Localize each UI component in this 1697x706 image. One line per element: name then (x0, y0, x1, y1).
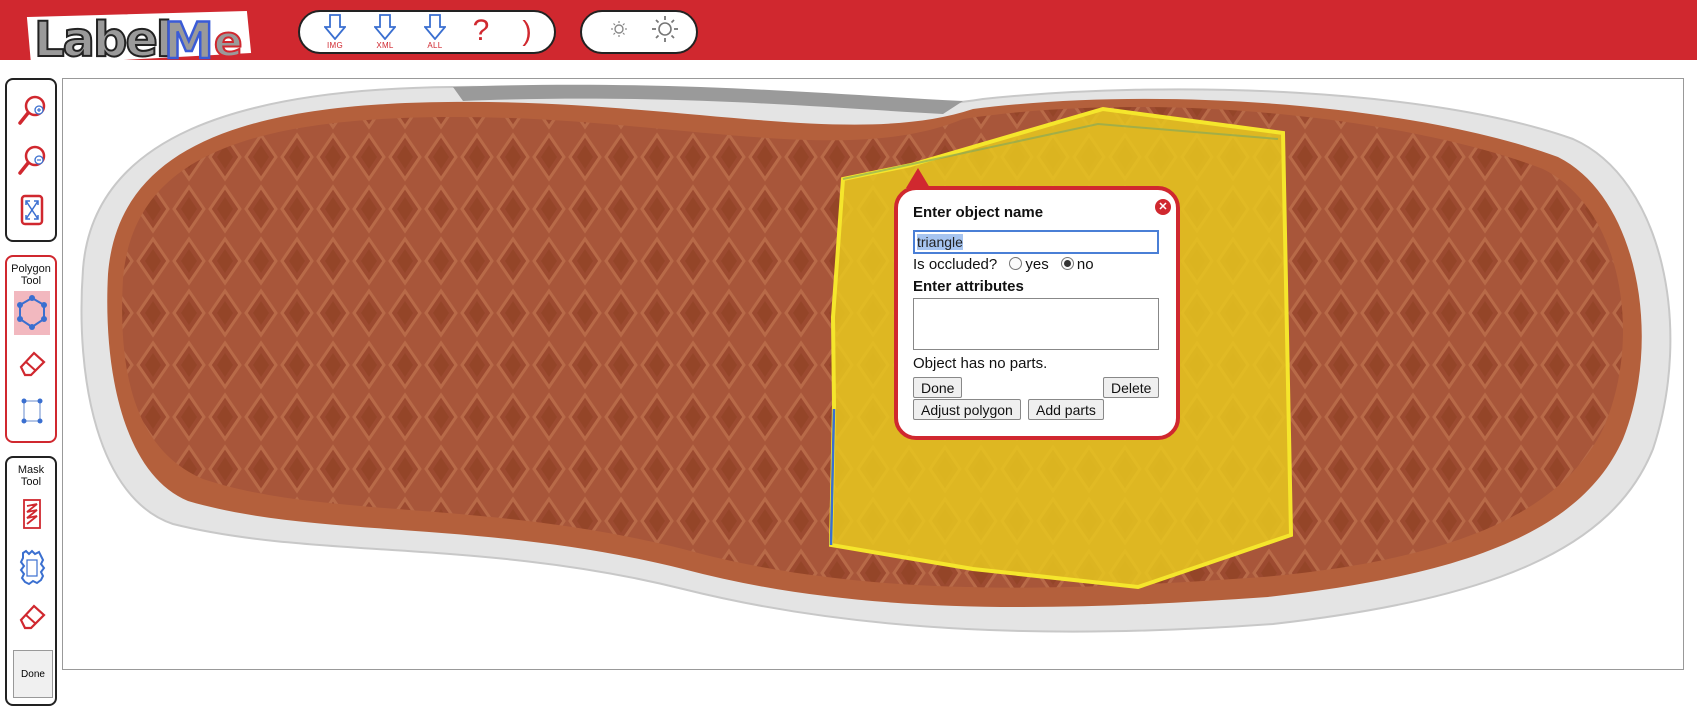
occluded-row: Is occluded? yes no (913, 256, 1094, 273)
polygon-tool-title: Polygon Tool (11, 263, 51, 287)
mask-erase-button[interactable] (14, 598, 50, 634)
download-xml-caption: XML (376, 41, 394, 50)
next-icon: ) (522, 15, 532, 46)
help-button[interactable]: ? (460, 14, 502, 52)
eraser-icon (19, 604, 46, 630)
occluded-no-label: no (1076, 256, 1094, 273)
download-all-caption: ALL (427, 41, 443, 50)
zoom-toolbox (5, 78, 57, 242)
bounding-box-icon (21, 398, 43, 424)
svg-text:Label: Label (34, 12, 170, 68)
popup-pointer (906, 168, 930, 188)
download-xml-button[interactable]: XML (364, 14, 406, 52)
polygon-tool-button[interactable] (14, 291, 50, 335)
top-bar: Label M e IMG XML ALL ? ) (0, 0, 1697, 68)
download-toolbar: IMG XML ALL ? ) (298, 10, 556, 54)
add-parts-button[interactable]: Add parts (1028, 399, 1104, 420)
download-image-button[interactable]: IMG (314, 14, 356, 52)
fit-to-screen-button[interactable] (14, 192, 50, 228)
zoom-in-button[interactable] (14, 92, 50, 128)
next-image-button[interactable]: ) (506, 14, 548, 52)
down-arrow-icon (324, 14, 346, 40)
delete-button[interactable]: Delete (1103, 377, 1160, 398)
sun-large-icon (652, 16, 678, 42)
eraser-icon (19, 351, 46, 377)
adjust-polygon-button[interactable]: Adjust polygon (913, 399, 1021, 420)
mask-tool-title: Mask Tool (17, 464, 45, 488)
polygon-toolbox: Polygon Tool (5, 255, 57, 443)
labelme-logo[interactable]: Label M e (18, 6, 258, 68)
object-name-label: Enter object name (913, 204, 1044, 221)
help-icon: ? (472, 14, 490, 47)
brightness-up-button[interactable] (644, 14, 686, 52)
brightness-down-button[interactable] (598, 16, 640, 54)
shoe-sole-image (80, 84, 1672, 633)
scribble-icon (23, 499, 41, 529)
polygon-icon (17, 295, 47, 330)
download-all-button[interactable]: ALL (414, 14, 456, 52)
bounding-box-button[interactable] (14, 393, 50, 429)
down-arrow-icon (424, 14, 446, 40)
svg-text:e: e (214, 17, 243, 66)
zoom-out-button[interactable] (14, 142, 50, 178)
attributes-textarea[interactable] (913, 298, 1159, 350)
sun-small-icon (611, 21, 627, 37)
close-icon[interactable]: ✕ (1155, 199, 1171, 215)
mask-region-icon (19, 549, 46, 586)
mask-scribble-button[interactable] (14, 496, 50, 532)
brightness-toolbar (580, 10, 698, 54)
mask-toolbox: Mask Tool Done (5, 456, 57, 706)
occluded-yes-label: yes (1025, 256, 1049, 273)
zoom-in-icon (18, 95, 46, 125)
fit-screen-icon (20, 194, 44, 226)
occluded-label: Is occluded? (913, 256, 998, 273)
zoom-out-icon (18, 145, 46, 175)
object-name-input[interactable]: triangle (913, 230, 1159, 254)
down-arrow-icon (374, 14, 396, 40)
annotation-canvas[interactable] (62, 78, 1684, 670)
svg-text:M: M (164, 12, 214, 68)
download-image-caption: IMG (326, 41, 343, 50)
done-button[interactable]: Done (913, 377, 963, 398)
occluded-no-radio[interactable] (1060, 257, 1074, 270)
mask-region-button[interactable] (14, 546, 50, 590)
attributes-label: Enter attributes (913, 278, 1024, 295)
occluded-yes-radio[interactable] (1009, 257, 1023, 270)
mask-done-button[interactable]: Done (13, 650, 53, 698)
object-name-value: triangle (917, 234, 963, 250)
parts-status: Object has no parts. (913, 355, 1048, 372)
erase-polygon-button[interactable] (14, 345, 50, 381)
object-name-popup: ✕ Enter object name triangle Is occluded… (894, 186, 1180, 440)
